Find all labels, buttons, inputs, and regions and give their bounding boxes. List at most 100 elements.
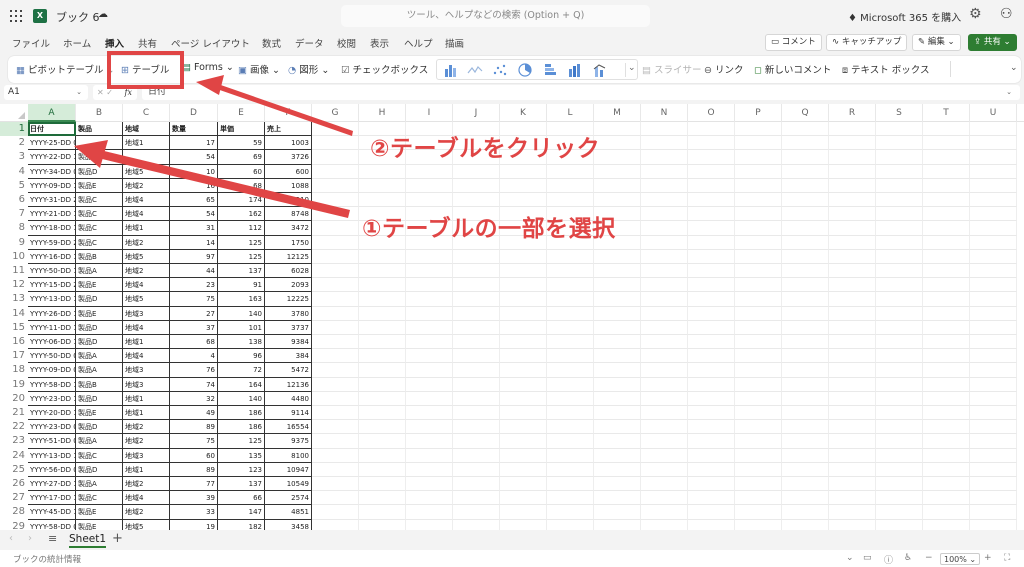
column-header-f[interactable]: F xyxy=(265,104,312,122)
cell-g9[interactable] xyxy=(312,235,359,250)
cell-b23[interactable]: 製品A xyxy=(76,434,123,449)
cell-q22[interactable] xyxy=(782,420,829,435)
cell-m3[interactable] xyxy=(594,150,641,165)
cell-p28[interactable] xyxy=(735,505,782,520)
cell-l13[interactable] xyxy=(547,292,594,307)
cell-t23[interactable] xyxy=(923,434,970,449)
cell-k25[interactable] xyxy=(500,462,547,477)
cell-o6[interactable] xyxy=(688,193,735,208)
cell-m27[interactable] xyxy=(594,491,641,506)
cell-i2[interactable] xyxy=(406,136,453,151)
sheet-tab[interactable]: Sheet1 xyxy=(69,533,107,548)
cell-g8[interactable] xyxy=(312,221,359,236)
cell-m12[interactable] xyxy=(594,278,641,293)
cell-n27[interactable] xyxy=(641,491,688,506)
cell-r9[interactable] xyxy=(829,235,876,250)
cell-r3[interactable] xyxy=(829,150,876,165)
cell-l25[interactable] xyxy=(547,462,594,477)
cell-g11[interactable] xyxy=(312,264,359,279)
cell-b2[interactable] xyxy=(76,136,123,151)
cell-o22[interactable] xyxy=(688,420,735,435)
cell-s18[interactable] xyxy=(876,363,923,378)
cell-i3[interactable] xyxy=(406,150,453,165)
cell-k17[interactable] xyxy=(500,349,547,364)
cell-c19[interactable]: 地域3 xyxy=(123,377,170,392)
cell-m21[interactable] xyxy=(594,406,641,421)
cell-g4[interactable] xyxy=(312,164,359,179)
cell-q16[interactable] xyxy=(782,335,829,350)
cell-f6[interactable]: 11310 xyxy=(265,193,312,208)
cell-n24[interactable] xyxy=(641,448,688,463)
cell-s13[interactable] xyxy=(876,292,923,307)
cell-i13[interactable] xyxy=(406,292,453,307)
column-header-r[interactable]: R xyxy=(829,104,876,122)
cell-e12[interactable]: 91 xyxy=(218,278,265,293)
column-header-e[interactable]: E xyxy=(218,104,265,122)
cell-h7[interactable] xyxy=(359,207,406,222)
cell-a1[interactable]: 日付 xyxy=(28,122,76,137)
cell-n8[interactable] xyxy=(641,221,688,236)
row-header[interactable]: 8 xyxy=(0,221,28,235)
cell-d5[interactable]: 16 xyxy=(170,178,218,193)
cell-f29[interactable]: 3458 xyxy=(265,519,312,530)
row-header[interactable]: 4 xyxy=(0,165,28,179)
cell-a9[interactable]: YYYY-59-DD 21: xyxy=(28,235,76,250)
cell-l8[interactable] xyxy=(547,221,594,236)
cell-c5[interactable]: 地域2 xyxy=(123,178,170,193)
cell-k5[interactable] xyxy=(500,178,547,193)
cell-e16[interactable]: 138 xyxy=(218,335,265,350)
image-button[interactable]: ▣ 画像 ⌄ xyxy=(238,62,280,76)
row-header[interactable]: 13 xyxy=(0,292,28,306)
cell-a20[interactable]: YYYY-23-DD 14: xyxy=(28,391,76,406)
cell-q10[interactable] xyxy=(782,249,829,264)
row-header[interactable]: 28 xyxy=(0,505,28,519)
cell-q2[interactable] xyxy=(782,136,829,151)
cell-m4[interactable] xyxy=(594,164,641,179)
cell-n11[interactable] xyxy=(641,264,688,279)
cell-l3[interactable] xyxy=(547,150,594,165)
cell-b18[interactable]: 製品A xyxy=(76,363,123,378)
cell-f13[interactable]: 12225 xyxy=(265,292,312,307)
cell-j14[interactable] xyxy=(453,306,500,321)
cell-d29[interactable]: 19 xyxy=(170,519,218,530)
cell-a10[interactable]: YYYY-16-DD 11: xyxy=(28,249,76,264)
cell-n2[interactable] xyxy=(641,136,688,151)
cell-u11[interactable] xyxy=(970,264,1017,279)
cell-q9[interactable] xyxy=(782,235,829,250)
cell-m19[interactable] xyxy=(594,377,641,392)
cell-o8[interactable] xyxy=(688,221,735,236)
cell-p5[interactable] xyxy=(735,178,782,193)
cell-s15[interactable] xyxy=(876,320,923,335)
cell-k8[interactable] xyxy=(500,221,547,236)
accessibility-icon[interactable]: ♿ xyxy=(904,553,912,563)
cell-g23[interactable] xyxy=(312,434,359,449)
cell-n18[interactable] xyxy=(641,363,688,378)
cell-e29[interactable]: 182 xyxy=(218,519,265,530)
cell-r22[interactable] xyxy=(829,420,876,435)
cell-a29[interactable]: YYYY-58-DD 03: xyxy=(28,519,76,530)
cell-g1[interactable] xyxy=(312,122,359,137)
cell-p16[interactable] xyxy=(735,335,782,350)
cell-b1[interactable]: 製品 xyxy=(76,122,123,137)
cell-f5[interactable]: 1088 xyxy=(265,178,312,193)
column-header-l[interactable]: L xyxy=(547,104,594,122)
cell-l10[interactable] xyxy=(547,249,594,264)
cell-o24[interactable] xyxy=(688,448,735,463)
cell-c28[interactable]: 地域2 xyxy=(123,505,170,520)
cell-l24[interactable] xyxy=(547,448,594,463)
cell-o23[interactable] xyxy=(688,434,735,449)
cell-i26[interactable] xyxy=(406,477,453,492)
cell-p7[interactable] xyxy=(735,207,782,222)
next-sheet-icon[interactable]: › xyxy=(28,533,32,544)
cell-p18[interactable] xyxy=(735,363,782,378)
help-icon[interactable]: ⓘ xyxy=(884,553,893,566)
cell-j11[interactable] xyxy=(453,264,500,279)
cell-h23[interactable] xyxy=(359,434,406,449)
cell-e14[interactable]: 140 xyxy=(218,306,265,321)
cell-n17[interactable] xyxy=(641,349,688,364)
cell-r15[interactable] xyxy=(829,320,876,335)
cell-i9[interactable] xyxy=(406,235,453,250)
cell-t3[interactable] xyxy=(923,150,970,165)
cell-g18[interactable] xyxy=(312,363,359,378)
cell-a19[interactable]: YYYY-58-DD 16: xyxy=(28,377,76,392)
